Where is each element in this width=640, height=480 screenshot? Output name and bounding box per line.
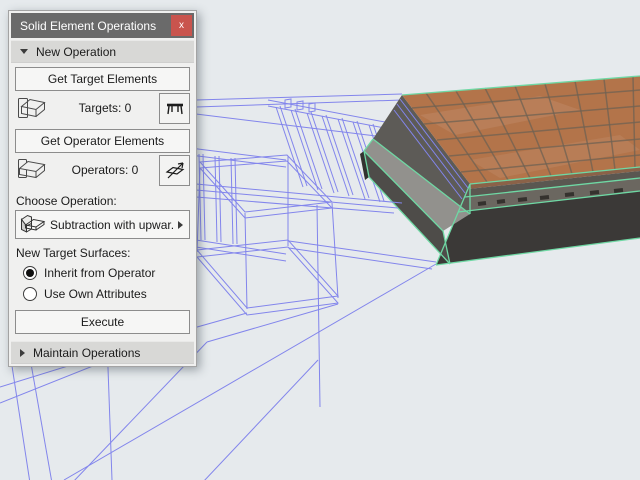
operators-count: Operators: 0 — [71, 163, 139, 177]
application-window: Solid Element Operations x New Operation… — [0, 0, 640, 480]
get-target-elements-label: Get Target Elements — [47, 72, 158, 86]
get-target-elements-button[interactable]: Get Target Elements — [15, 67, 190, 91]
chevron-right-icon — [20, 348, 25, 357]
get-operator-elements-label: Get Operator Elements — [40, 134, 165, 148]
dialog-title: Solid Element Operations — [20, 18, 157, 33]
slab-arrow-icon — [165, 162, 184, 179]
section-new-operation-label: New Operation — [36, 44, 117, 59]
target-elements-icon — [15, 93, 51, 123]
close-button[interactable]: x — [171, 15, 192, 36]
execute-button[interactable]: Execute — [15, 310, 190, 334]
get-operator-elements-button[interactable]: Get Operator Elements — [15, 129, 190, 153]
close-icon: x — [179, 20, 184, 31]
radio-button-icon — [23, 287, 37, 301]
chevron-down-icon — [20, 49, 28, 54]
dialog-titlebar[interactable]: Solid Element Operations x — [11, 13, 194, 38]
radio-own-attributes-label: Use Own Attributes — [44, 287, 147, 301]
radio-button-icon — [23, 266, 37, 280]
solid-element-operations-dialog: Solid Element Operations x New Operation… — [8, 10, 197, 367]
radio-use-own-attributes[interactable]: Use Own Attributes — [23, 286, 194, 302]
new-target-surfaces-label: New Target Surfaces: — [16, 246, 131, 260]
operation-dropdown[interactable]: Subtraction with upwar... — [15, 210, 190, 239]
chevron-right-icon — [178, 220, 183, 229]
execute-label: Execute — [80, 315, 125, 329]
section-new-operation[interactable]: New Operation — [11, 40, 194, 63]
table-icon — [166, 103, 183, 115]
pick-targets-button[interactable] — [159, 92, 190, 124]
subtraction-operation-icon — [20, 214, 46, 233]
targets-count: Targets: 0 — [78, 101, 132, 115]
operator-elements-icon — [15, 155, 51, 185]
operators-row: Operators: 0 — [11, 153, 194, 187]
targets-row: Targets: 0 — [11, 91, 194, 125]
radio-inherit-from-operator[interactable]: Inherit from Operator — [23, 265, 194, 281]
operation-dropdown-value: Subtraction with upwar... — [50, 217, 174, 232]
choose-operation-label: Choose Operation: — [16, 194, 117, 208]
pick-operators-button[interactable] — [159, 154, 190, 186]
section-maintain-operations[interactable]: Maintain Operations — [11, 341, 194, 364]
radio-inherit-label: Inherit from Operator — [44, 266, 156, 280]
section-maintain-operations-label: Maintain Operations — [33, 345, 141, 360]
